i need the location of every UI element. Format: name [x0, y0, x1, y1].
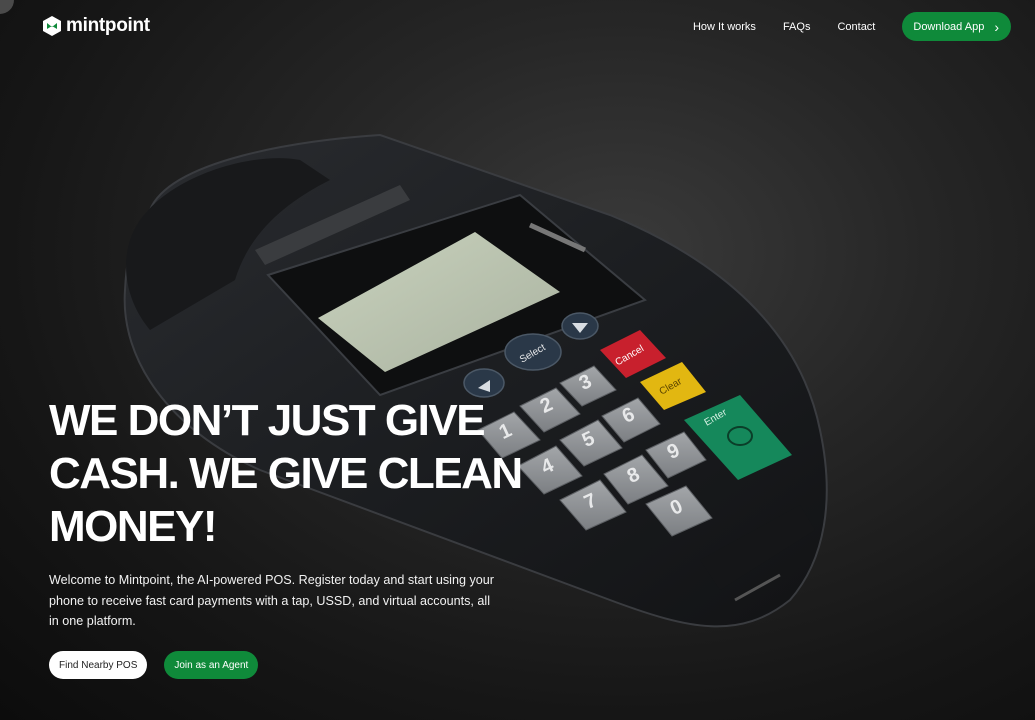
find-nearby-pos-button[interactable]: Find Nearby POS — [49, 651, 148, 679]
download-app-label: Download App — [913, 20, 985, 33]
brand-name: mintpoint — [66, 15, 150, 36]
headline-line-3: MONEY! — [49, 502, 218, 551]
top-nav: How It works FAQs Contact Download App › — [693, 12, 1011, 41]
hero-section: 1 2 3 4 5 6 7 8 9 0 Select Cancel Clear Enter mintpoi… — [0, 0, 1035, 720]
join-as-agent-button[interactable]: Join as an Agent — [164, 651, 259, 679]
chevron-right-icon: › — [994, 18, 999, 35]
brand-logo[interactable]: mintpoint — [42, 15, 150, 37]
download-app-button[interactable]: Download App › — [902, 12, 1011, 41]
hero-subtitle: Welcome to Mintpoint, the AI-powered POS… — [49, 573, 494, 628]
headline-line-1: WE DON’T JUST GIVE — [49, 396, 486, 445]
headline-line-2: CASH. WE GIVE CLEAN — [49, 449, 523, 498]
nav-link-contact[interactable]: Contact — [837, 21, 875, 33]
nav-link-how-it-works[interactable]: How It works — [693, 21, 756, 33]
nav-link-faqs[interactable]: FAQs — [783, 21, 811, 33]
mintpoint-logo-icon — [43, 16, 61, 36]
hero-headline: WE DON’T JUST GIVE CASH. WE GIVE CLEAN M… — [49, 394, 549, 553]
hero-cta-row: Find Nearby POS Join as an Agent — [49, 651, 259, 679]
